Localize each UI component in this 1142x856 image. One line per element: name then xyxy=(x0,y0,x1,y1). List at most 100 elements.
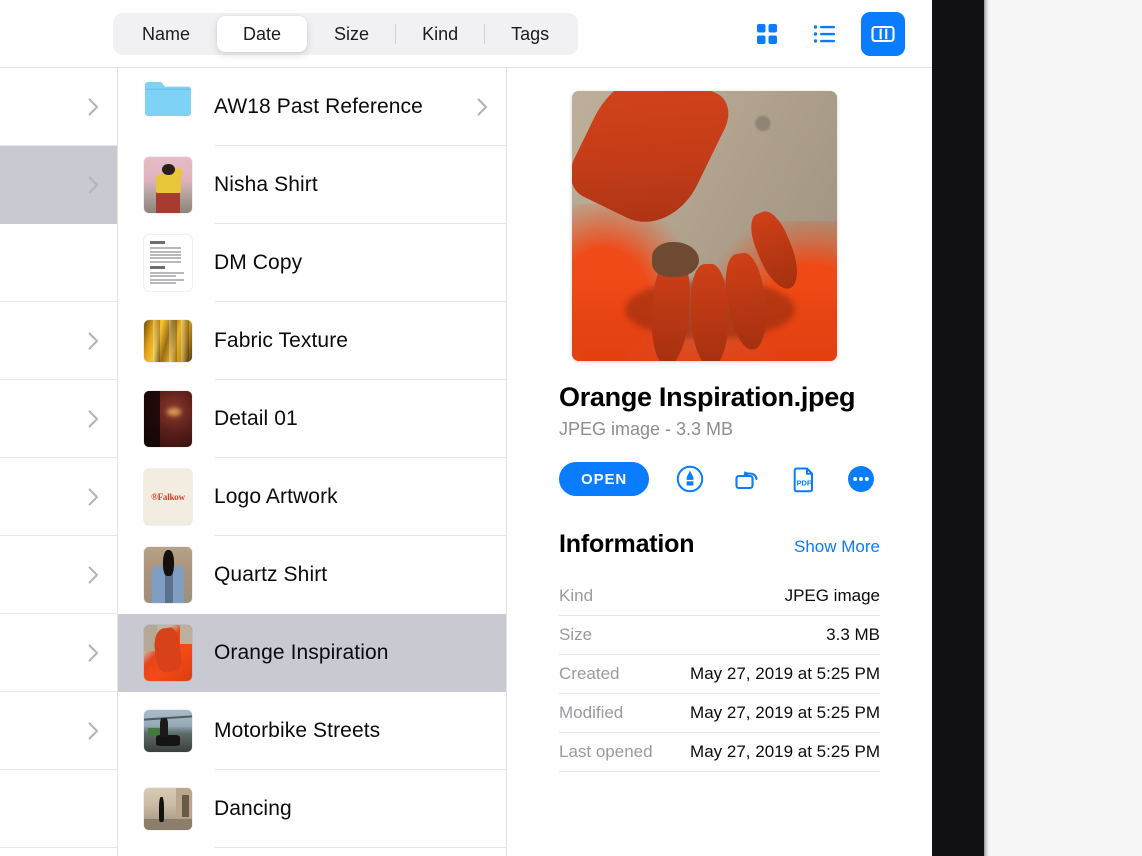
file-name: Fabric Texture xyxy=(214,329,349,352)
screen: Name Date Size Kind Tags AW18 Past Refer… xyxy=(0,0,1142,856)
information-row: Kind JPEG image xyxy=(559,577,880,616)
sort-tab-size[interactable]: Size xyxy=(308,16,395,52)
image-thumbnail xyxy=(144,710,192,752)
column-view-icon xyxy=(871,25,895,43)
parent-column-row[interactable] xyxy=(0,458,117,536)
file-row[interactable]: Quartz Shirt xyxy=(118,536,506,614)
information-row: Last opened May 27, 2019 at 5:25 PM xyxy=(559,733,880,772)
file-row[interactable]: DM Copy xyxy=(118,224,506,302)
parent-column-row[interactable] xyxy=(0,302,117,380)
chevron-right-icon xyxy=(88,643,99,662)
file-list-column[interactable]: AW18 Past Reference Nisha Shirt DM Copy Fab… xyxy=(118,68,507,856)
files-app-window: Name Date Size Kind Tags AW18 Past Refer… xyxy=(0,0,932,856)
open-button[interactable]: OPEN xyxy=(559,462,650,496)
list-view-icon xyxy=(813,25,835,43)
file-row[interactable]: Nisha Shirt xyxy=(118,146,506,224)
action-icons: PDF xyxy=(675,464,880,494)
file-row[interactable]: Dancing xyxy=(118,770,506,848)
file-name: DM Copy xyxy=(214,251,303,274)
image-thumbnail xyxy=(144,547,192,603)
file-name: Motorbike Streets xyxy=(214,719,381,742)
grid-view-button[interactable] xyxy=(745,12,789,56)
parent-column-row[interactable] xyxy=(0,536,117,614)
device-edge xyxy=(984,0,990,856)
toolbar: Name Date Size Kind Tags xyxy=(0,0,932,68)
show-more-link[interactable]: Show More xyxy=(794,537,880,557)
sort-tab-name[interactable]: Name xyxy=(116,16,216,52)
information-title: Information xyxy=(559,530,695,558)
parent-column-row[interactable] xyxy=(0,692,117,770)
rotate-icon xyxy=(735,471,758,490)
file-name: Orange Inspiration xyxy=(214,641,389,664)
parent-column-row[interactable] xyxy=(0,614,117,692)
folder-icon xyxy=(144,79,192,135)
information-value: 3.3 MB xyxy=(826,625,880,644)
image-thumbnail xyxy=(144,320,192,362)
parent-column-row[interactable] xyxy=(0,770,117,848)
folder-icon xyxy=(145,82,191,116)
image-thumbnail: ®Falkow xyxy=(144,469,192,525)
sort-tab-date[interactable]: Date xyxy=(217,16,308,52)
sort-tab-kind[interactable]: Kind xyxy=(396,16,484,52)
file-row[interactable]: Fabric Texture xyxy=(118,302,506,380)
information-key: Created xyxy=(559,664,620,683)
file-row[interactable]: Detail 01 xyxy=(118,380,506,458)
rotate-button[interactable] xyxy=(732,464,762,494)
file-name: Logo Artwork xyxy=(214,485,338,508)
file-row[interactable]: ®Falkow Logo Artwork xyxy=(118,458,506,536)
file-name: AW18 Past Reference xyxy=(214,95,423,118)
information-key: Modified xyxy=(559,703,624,722)
information-row: Modified May 27, 2019 at 5:25 PM xyxy=(559,694,880,733)
row-separator xyxy=(215,847,506,848)
information-value: May 27, 2019 at 5:25 PM xyxy=(690,664,880,683)
grid-view-icon xyxy=(757,24,777,44)
file-row[interactable]: AW18 Past Reference xyxy=(118,68,506,146)
sort-tab-tags[interactable]: Tags xyxy=(485,16,575,52)
image-thumbnail xyxy=(144,788,192,830)
parent-column-row[interactable] xyxy=(0,68,117,146)
device-bezel xyxy=(932,0,984,856)
create-pdf-button[interactable]: PDF xyxy=(789,464,819,494)
sort-segmented-control[interactable]: Name Date Size Kind Tags xyxy=(113,13,579,55)
chevron-right-icon xyxy=(88,487,99,506)
file-row[interactable]: Motorbike Streets xyxy=(118,692,506,770)
chevron-right-icon xyxy=(88,409,99,428)
information-key: Last opened xyxy=(559,742,653,761)
preview-image[interactable] xyxy=(572,91,837,361)
parent-column[interactable] xyxy=(0,68,118,856)
information-row: Size 3.3 MB xyxy=(559,616,880,655)
more-icon xyxy=(848,466,874,492)
file-title: Orange Inspiration.jpeg xyxy=(559,382,856,412)
orange-inspiration-artwork xyxy=(572,91,837,361)
svg-text:PDF: PDF xyxy=(797,479,812,488)
parent-column-row[interactable] xyxy=(0,224,117,302)
information-row: Created May 27, 2019 at 5:25 PM xyxy=(559,655,880,694)
preview-column: Orange Inspiration.jpeg JPEG image - 3.3… xyxy=(507,68,932,856)
chevron-right-icon xyxy=(88,331,99,350)
column-browser: AW18 Past Reference Nisha Shirt DM Copy Fab… xyxy=(0,68,932,856)
list-view-button[interactable] xyxy=(803,12,847,56)
view-mode-toggles xyxy=(745,12,905,56)
file-name: Detail 01 xyxy=(214,407,298,430)
parent-column-row[interactable] xyxy=(0,380,117,458)
file-name: Nisha Shirt xyxy=(214,173,318,196)
document-thumbnail xyxy=(144,235,192,291)
file-subtitle: JPEG image - 3.3 MB xyxy=(559,419,734,439)
chevron-right-icon xyxy=(88,721,99,740)
information-value: May 27, 2019 at 5:25 PM xyxy=(690,742,880,761)
file-row[interactable]: Orange Inspiration xyxy=(118,614,506,692)
parent-column-row[interactable] xyxy=(0,146,117,224)
action-row: OPEN PDF xyxy=(559,462,880,496)
disclosure-chevron[interactable] xyxy=(477,98,488,116)
more-button[interactable] xyxy=(846,464,876,494)
information-key: Size xyxy=(559,625,593,644)
image-thumbnail xyxy=(144,157,192,213)
markup-icon xyxy=(676,465,704,493)
chevron-right-icon xyxy=(88,565,99,584)
falkow-logo-text: ®Falkow xyxy=(151,492,185,502)
information-value: May 27, 2019 at 5:25 PM xyxy=(690,703,880,722)
information-value: JPEG image xyxy=(784,586,880,605)
column-view-button[interactable] xyxy=(861,12,905,56)
markup-button[interactable] xyxy=(675,464,705,494)
image-thumbnail xyxy=(144,391,192,447)
